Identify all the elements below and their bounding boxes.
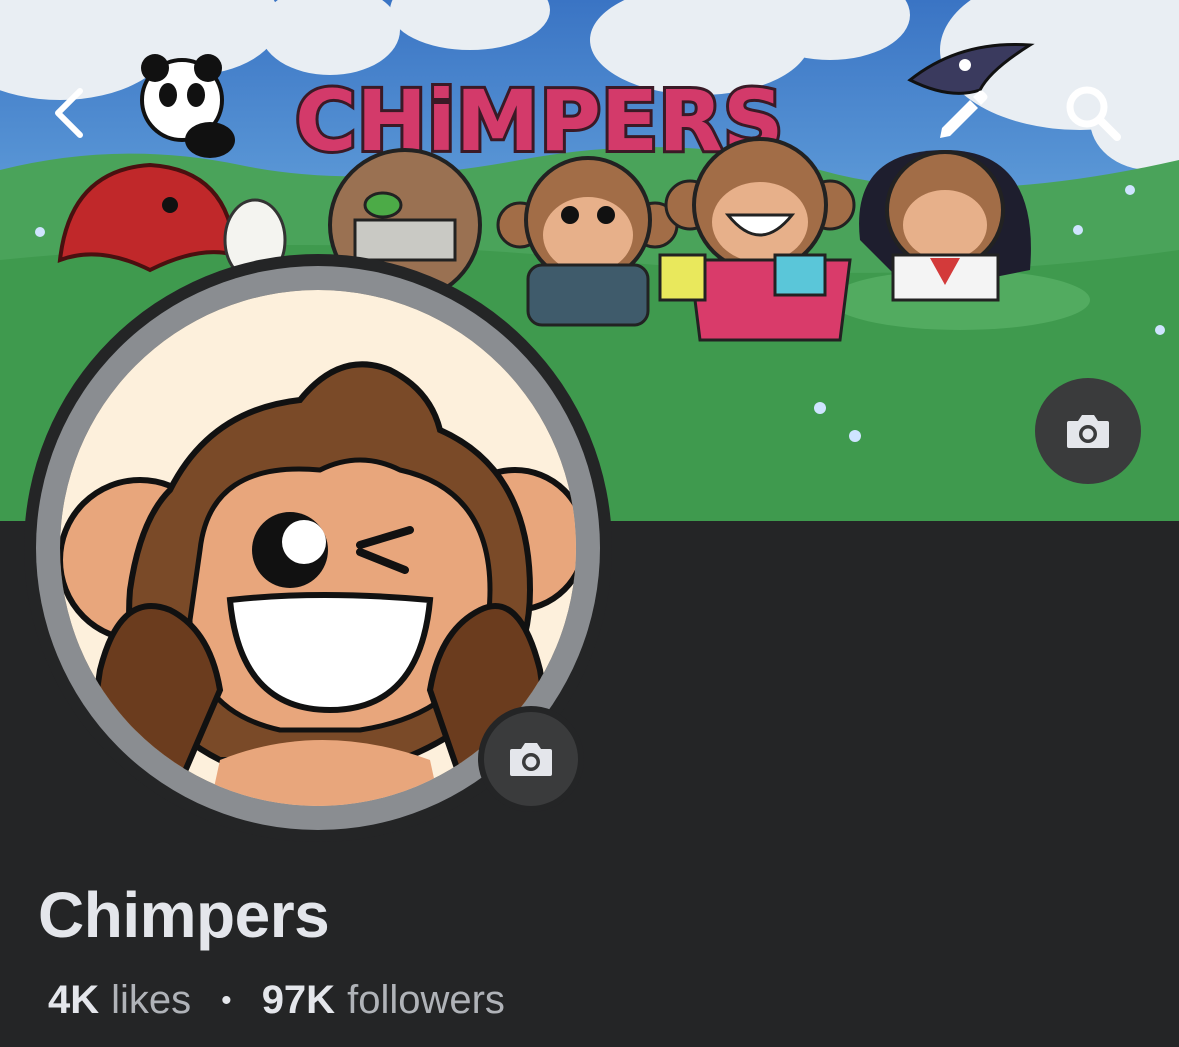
stats-separator: • xyxy=(221,983,232,1017)
page-title: Chimpers xyxy=(38,879,330,951)
edit-button[interactable] xyxy=(924,78,994,148)
followers-label: followers xyxy=(347,978,505,1022)
camera-icon xyxy=(1067,415,1109,448)
cover-photo-camera-button[interactable] xyxy=(1035,378,1141,484)
camera-button-bg xyxy=(484,712,578,806)
search-button[interactable] xyxy=(1058,78,1128,148)
search-icon xyxy=(1066,86,1121,141)
pencil-icon xyxy=(940,90,988,138)
likes-count: 4K xyxy=(48,978,100,1022)
followers-count: 97K xyxy=(261,978,336,1022)
followers-stat[interactable]: 97K followers xyxy=(262,978,505,1023)
cover-banner-text: CHiMPERS xyxy=(295,72,783,170)
likes-label: likes xyxy=(111,978,192,1022)
back-button[interactable] xyxy=(34,78,104,148)
profile-picture-camera-button[interactable] xyxy=(478,706,584,812)
page-stats: 4K likes • 97K followers xyxy=(48,978,505,1023)
likes-stat[interactable]: 4K likes xyxy=(48,978,191,1023)
chevron-left-icon xyxy=(55,88,83,138)
camera-icon xyxy=(510,743,552,776)
